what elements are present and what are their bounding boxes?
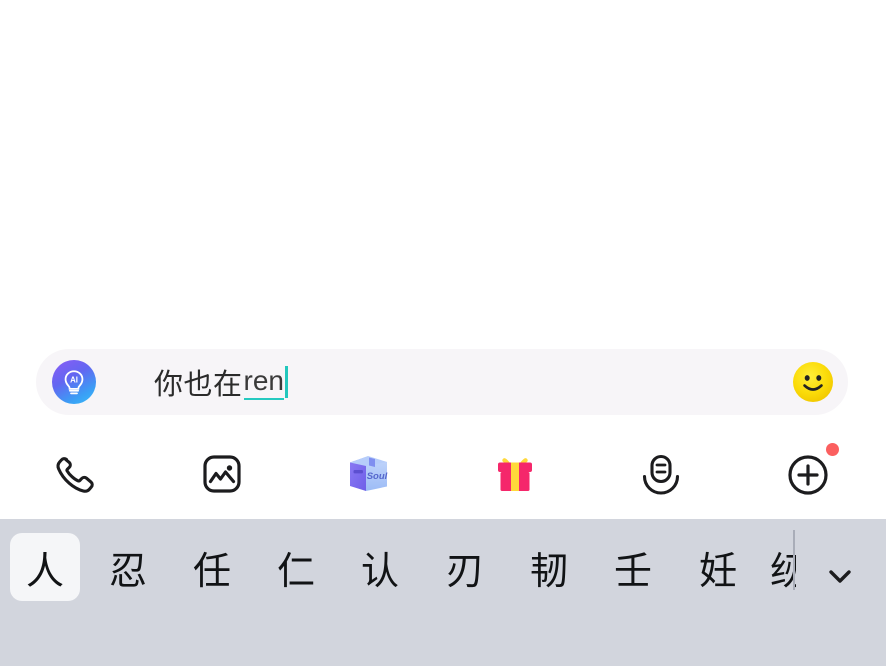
more-actions-button[interactable]: [775, 439, 845, 509]
voice-message-button[interactable]: [626, 439, 696, 509]
candidate-item[interactable]: 妊: [683, 533, 753, 601]
svg-text:AI: AI: [70, 375, 78, 384]
candidate-item[interactable]: 壬: [598, 533, 668, 601]
candidate-item[interactable]: 仁: [261, 533, 331, 601]
input-composing-text: ren: [243, 365, 284, 400]
plus-circle-icon: [788, 455, 828, 495]
candidate-item[interactable]: 韧: [514, 533, 584, 601]
soul-box-button[interactable]: Soul: [333, 439, 403, 509]
photo-button[interactable]: [187, 439, 257, 509]
candidate-item[interactable]: 任: [177, 533, 247, 601]
image-icon: [203, 455, 241, 493]
gift-box-icon: [498, 458, 532, 491]
chat-action-toolbar: Soul: [0, 435, 886, 513]
candidate-item[interactable]: 忍: [93, 533, 163, 601]
microphone-icon: [642, 454, 680, 495]
chevron-down-icon[interactable]: [812, 548, 868, 604]
text-cursor: [284, 366, 288, 398]
gift-button[interactable]: [480, 439, 550, 509]
chat-message-area: [0, 0, 886, 340]
smiley-face-icon[interactable]: [792, 361, 834, 403]
phone-screen: AI 你也在 ren Soul 人 忍 任 仁 认 刃 韧 壬 妊 纫: [0, 0, 886, 666]
svg-text:Soul: Soul: [367, 471, 388, 482]
soul-package-icon: Soul: [350, 456, 388, 491]
candidate-item[interactable]: 人: [10, 533, 80, 601]
ai-lightbulb-icon[interactable]: AI: [52, 360, 96, 404]
message-input-field[interactable]: 你也在 ren: [154, 349, 288, 415]
ime-keyboard: 人 忍 任 仁 认 刃 韧 壬 妊 纫 Q W E R T Y U I O P: [0, 519, 886, 666]
phone-icon: [56, 457, 94, 493]
candidate-bar-divider: [793, 530, 795, 590]
notification-badge-dot: [826, 443, 839, 456]
candidate-bar: 人 忍 任 仁 认 刃 韧 壬 妊 纫: [0, 519, 886, 616]
voice-call-button[interactable]: [41, 439, 111, 509]
input-committed-text: 你也在: [154, 367, 243, 401]
candidate-item[interactable]: 刃: [430, 533, 500, 601]
candidate-item[interactable]: 认: [345, 533, 415, 601]
message-input-bar[interactable]: AI 你也在 ren: [36, 349, 848, 415]
